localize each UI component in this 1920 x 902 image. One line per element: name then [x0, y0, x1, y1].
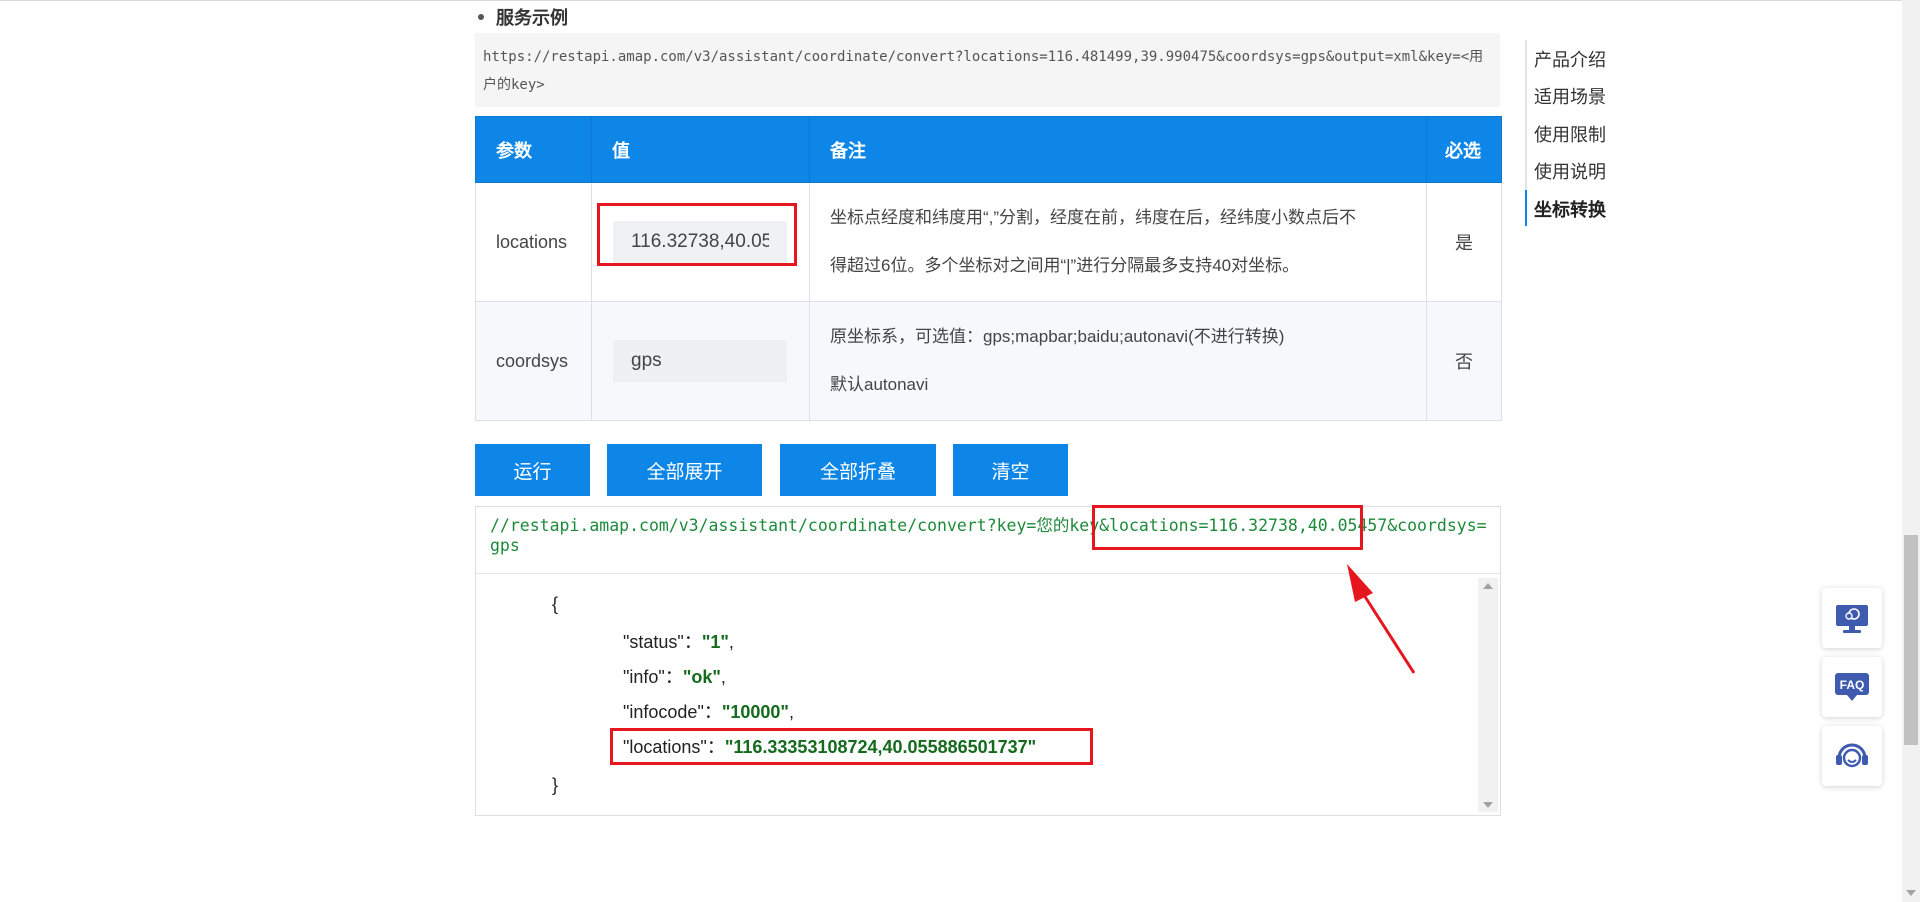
- collapse-all-button[interactable]: 全部折叠: [780, 444, 936, 496]
- toc-item-usage[interactable]: 使用说明: [1534, 158, 1606, 184]
- customer-service-button[interactable]: [1822, 726, 1882, 786]
- param-name: coordsys: [475, 301, 592, 421]
- note-line: 默认autonavi: [830, 375, 929, 394]
- page-scrollbar[interactable]: [1902, 0, 1920, 902]
- header-value: 值: [591, 116, 810, 183]
- annotation-box-url: [1092, 505, 1363, 550]
- required-flag: 否: [1426, 301, 1502, 421]
- json-key: "status": [623, 632, 684, 652]
- annotation-arrow: [1347, 564, 1415, 674]
- json-separator: ：: [703, 702, 722, 722]
- toc-item-coordinate-convert[interactable]: 坐标转换: [1534, 196, 1606, 222]
- faq-icon: FAQ: [1835, 673, 1869, 701]
- run-button[interactable]: 运行: [475, 444, 590, 496]
- header-required: 必选: [1426, 116, 1502, 183]
- scroll-down-icon[interactable]: [1483, 802, 1493, 808]
- note-line: 原坐标系，可选值：gps;mapbar;baidu;autonavi(不进行转换…: [830, 327, 1285, 346]
- customer-service-icon: [1836, 743, 1868, 768]
- json-value: "ok": [682, 667, 721, 687]
- json-close-brace: }: [552, 775, 559, 795]
- json-open-brace: {: [552, 594, 559, 614]
- note-line: 得超过6位。多个坐标对之间用“|”进行分隔最多支持40对坐标。: [830, 256, 1300, 275]
- json-infocode-line: "infocode"："10000",: [623, 698, 794, 724]
- clear-button[interactable]: 清空: [953, 444, 1068, 496]
- annotation-box-result: [610, 728, 1093, 765]
- example-url: https://restapi.amap.com/v3/assistant/co…: [475, 33, 1500, 107]
- json-key: "infocode": [623, 702, 704, 722]
- json-value: "1": [701, 632, 729, 652]
- monitor-chat-icon: [1836, 605, 1868, 633]
- page-scroll-down-icon[interactable]: [1906, 890, 1916, 896]
- json-comma: ,: [720, 667, 726, 687]
- toc-item-scenarios[interactable]: 适用场景: [1534, 83, 1606, 109]
- param-name: locations: [475, 182, 592, 302]
- result-scrollbar[interactable]: [1478, 578, 1498, 812]
- monitor-chat-button[interactable]: [1822, 588, 1882, 648]
- coordsys-input[interactable]: [613, 340, 787, 382]
- table-header-row: 参数 值 备注 必选: [475, 116, 1502, 183]
- required-flag: 是: [1426, 182, 1502, 302]
- param-note: 原坐标系，可选值：gps;mapbar;baidu;autonavi(不进行转换…: [809, 301, 1427, 421]
- expand-all-button[interactable]: 全部展开: [607, 444, 762, 496]
- json-separator: ：: [683, 632, 702, 652]
- value-cell: [591, 301, 810, 421]
- header-note: 备注: [809, 116, 1427, 183]
- faq-button[interactable]: FAQ: [1822, 657, 1882, 717]
- json-key: "info": [623, 667, 665, 687]
- top-border: [0, 0, 1902, 1]
- json-status-line: "status"："1",: [623, 628, 734, 654]
- param-note: 坐标点经度和纬度用“,”分割，经度在前，纬度在后，经纬度小数点后不 得超过6位。…: [809, 182, 1427, 302]
- bullet-icon: [478, 14, 484, 21]
- page-scrollbar-thumb[interactable]: [1904, 535, 1918, 745]
- note-line: 坐标点经度和纬度用“,”分割，经度在前，纬度在后，经纬度小数点后不: [830, 208, 1357, 227]
- toc-item-limits[interactable]: 使用限制: [1534, 121, 1606, 147]
- json-comma: ,: [728, 632, 734, 652]
- json-info-line: "info"："ok",: [623, 663, 726, 689]
- json-comma: ,: [788, 702, 794, 722]
- toc-item-product-intro[interactable]: 产品介绍: [1534, 46, 1606, 72]
- section-heading-text: 服务示例: [496, 8, 568, 28]
- json-value: "10000": [721, 702, 789, 722]
- table-row: coordsys 原坐标系，可选值：gps;mapbar;baidu;auton…: [475, 301, 1502, 421]
- faq-label: FAQ: [1840, 678, 1865, 692]
- toc-active-indicator: [1525, 190, 1527, 226]
- annotation-box-input: [597, 203, 797, 266]
- json-separator: ：: [664, 667, 683, 687]
- header-param: 参数: [475, 116, 592, 183]
- param-table: 参数 值 备注 必选 locations 坐标点经度和纬度用“,”分割，经度在前…: [475, 116, 1502, 421]
- scroll-up-icon[interactable]: [1483, 583, 1493, 589]
- section-heading: 服务示例: [478, 4, 568, 30]
